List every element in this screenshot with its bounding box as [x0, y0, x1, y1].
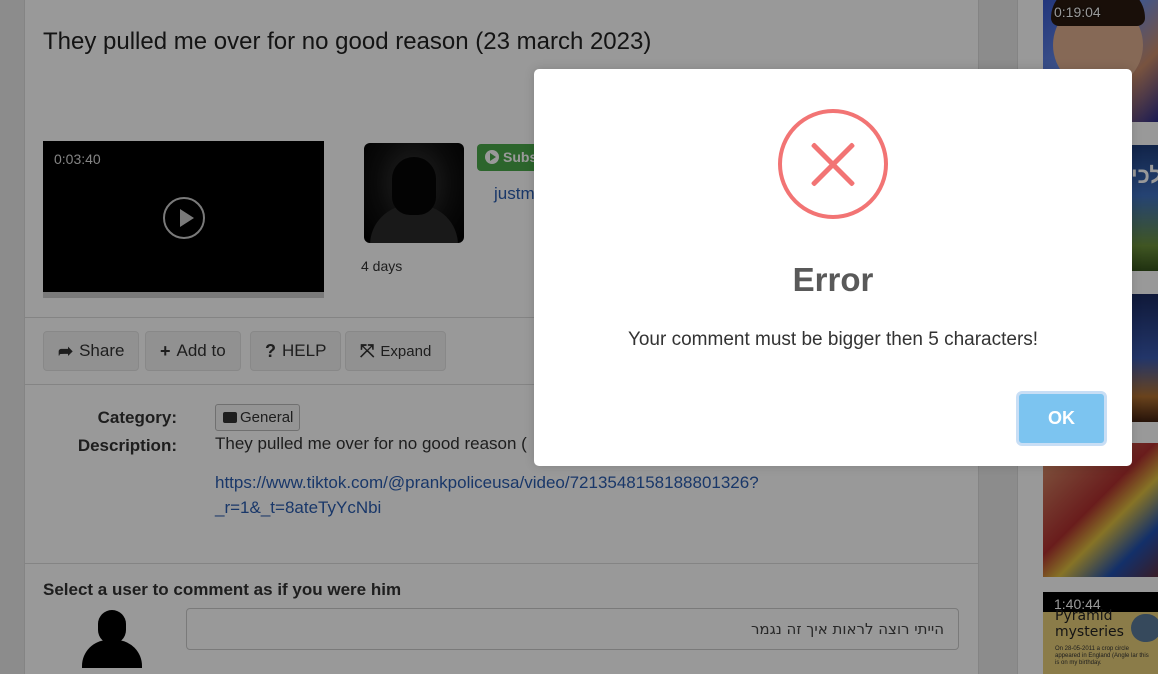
- error-dialog: Error Your comment must be bigger then 5…: [534, 69, 1132, 466]
- error-x-icon: [778, 109, 888, 219]
- ok-button[interactable]: OK: [1016, 391, 1107, 446]
- dialog-title: Error: [792, 261, 874, 298]
- dialog-message: Your comment must be bigger then 5 chara…: [627, 329, 1039, 350]
